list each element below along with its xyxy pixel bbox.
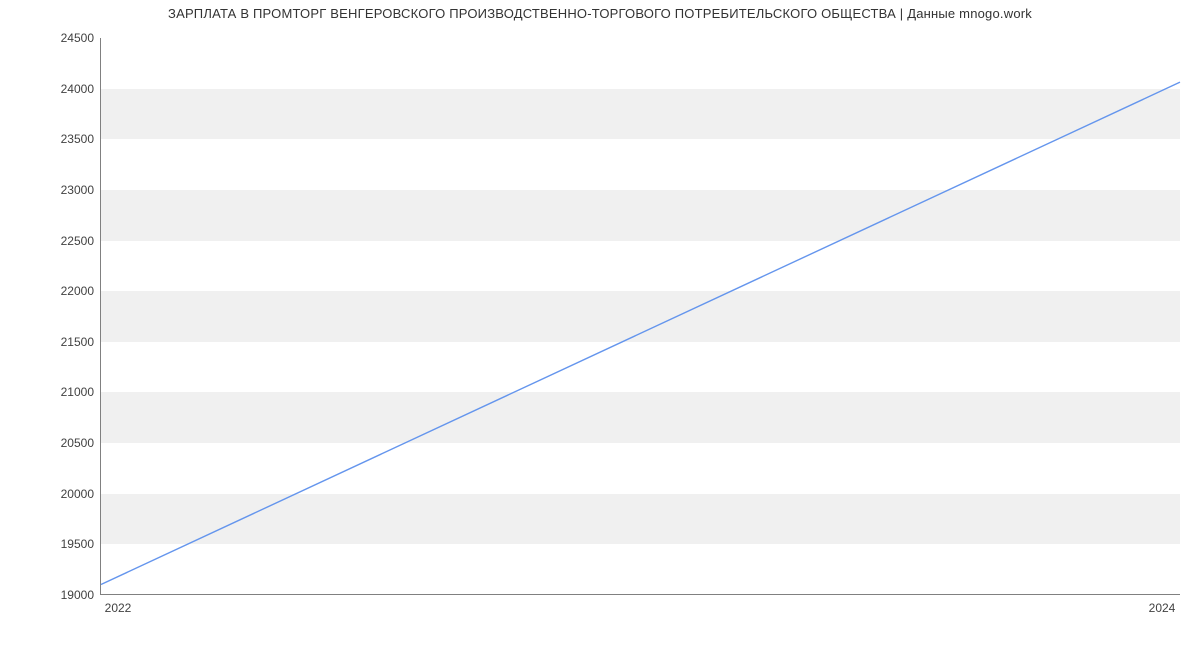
y-tick-label: 24000: [44, 82, 94, 96]
y-tick-label: 20500: [44, 436, 94, 450]
y-tick-label: 23500: [44, 132, 94, 146]
y-tick-label: 24500: [44, 31, 94, 45]
y-tick-label: 23000: [44, 183, 94, 197]
y-tick-label: 22500: [44, 234, 94, 248]
x-tick-label: 2024: [1149, 601, 1176, 615]
line-series: [101, 38, 1180, 594]
plot-area: [100, 38, 1180, 595]
y-tick-label: 21000: [44, 385, 94, 399]
chart-title: ЗАРПЛАТА В ПРОМТОРГ ВЕНГЕРОВСКОГО ПРОИЗВ…: [0, 6, 1200, 21]
x-tick-label: 2022: [105, 601, 132, 615]
y-tick-label: 19000: [44, 588, 94, 602]
y-tick-label: 19500: [44, 537, 94, 551]
y-tick-label: 21500: [44, 335, 94, 349]
y-tick-label: 22000: [44, 284, 94, 298]
y-tick-label: 20000: [44, 487, 94, 501]
chart-container: ЗАРПЛАТА В ПРОМТОРГ ВЕНГЕРОВСКОГО ПРОИЗВ…: [0, 0, 1200, 650]
